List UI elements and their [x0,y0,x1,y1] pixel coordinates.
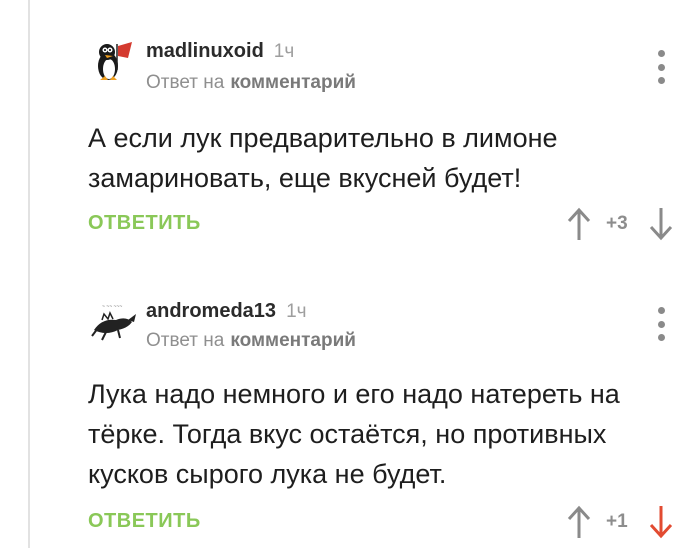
reply-button[interactable]: ОТВЕТИТЬ [88,510,201,533]
comment: madlinuxoid 1ч Ответ на комментарий А есл… [30,0,700,255]
reply-to-link[interactable]: комментарий [230,330,356,351]
comment-time: 1ч [286,301,307,322]
author-name[interactable]: madlinuxoid [146,40,264,63]
reply-to-line: Ответ на комментарий [146,72,356,94]
upvote-arrow-icon[interactable] [566,504,592,540]
downvote-arrow-icon[interactable] [648,206,674,242]
downvote-arrow-icon[interactable] [648,504,674,540]
comment-actions: ОТВЕТИТЬ +1 [88,504,700,544]
comment-time: 1ч [273,41,295,62]
upvote-arrow-icon[interactable] [566,206,592,242]
comment-rating: +1 [606,511,628,532]
author-name[interactable]: andromeda13 [146,300,276,323]
reply-prefix: Ответ на [146,72,225,93]
comment-actions: ОТВЕТИТЬ +3 [88,206,700,246]
reply-button[interactable]: ОТВЕТИТЬ [88,212,201,235]
reply-to-link[interactable]: комментарий [230,72,356,93]
more-options-icon[interactable] [654,307,668,341]
comment-text: А если лук предварительно в лимоне замар… [88,123,558,193]
reply-prefix: Ответ на [146,330,225,351]
comment: ~ ~~ ~~~ andromeda13 1ч Ответ на коммента… [30,270,700,548]
comment-text: Лука надо немного и его надо натереть на… [88,379,620,489]
more-options-icon[interactable] [654,50,668,84]
comment-rating: +3 [606,213,628,234]
reply-to-line: Ответ на комментарий [146,330,356,352]
svg-text:~ ~~ ~~~: ~ ~~ ~~~ [102,304,122,310]
